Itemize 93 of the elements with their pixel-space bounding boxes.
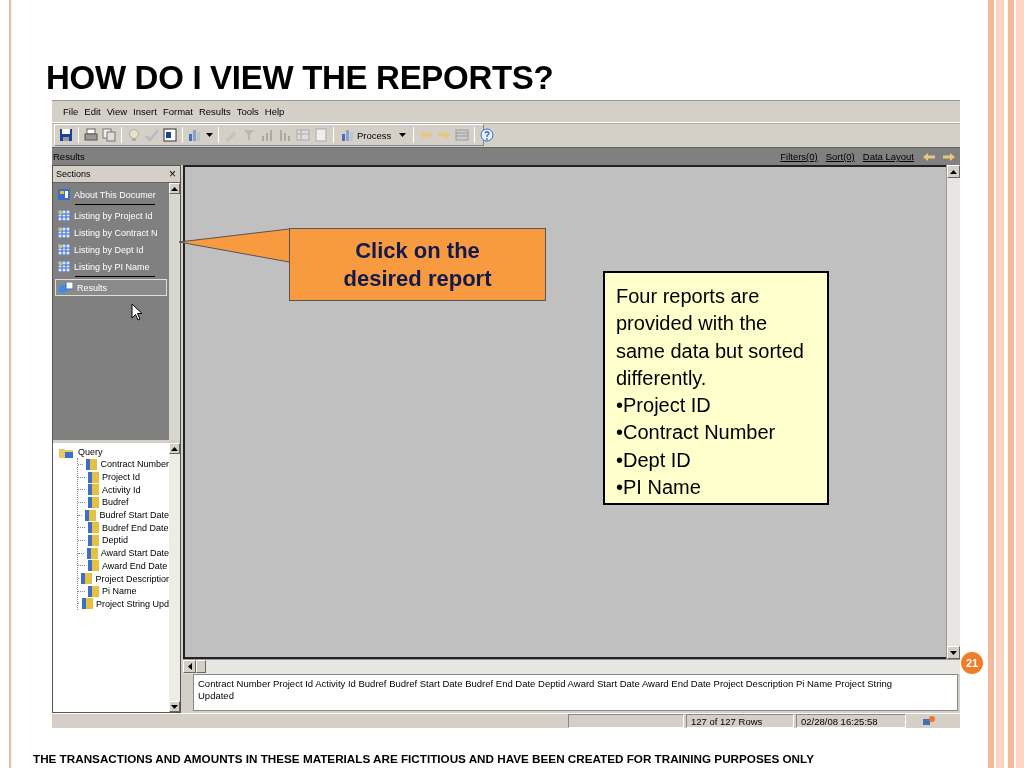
tree-item[interactable]: Pi Name [78,584,169,598]
toolbar-link[interactable]: Data Layout [862,151,914,162]
vertical-scrollbar[interactable] [169,183,180,440]
field-icon [88,484,99,496]
tree-item[interactable]: Deptid [78,534,169,547]
panel-title: Sections [56,169,91,179]
field-icon [81,598,93,610]
menu-item[interactable]: File [60,104,82,119]
field-icon [86,547,98,559]
tree-item[interactable]: Budref End Date [78,521,169,535]
caret-icon [399,132,407,138]
report-icon [58,244,70,255]
vertical-scrollbar[interactable] [946,165,960,659]
up-arrow-icon[interactable] [171,446,178,451]
help-icon[interactable] [480,128,495,142]
results-icon [59,282,73,293]
horizontal-scrollbar[interactable] [183,659,960,674]
field-icon [88,471,99,483]
toolbar-link[interactable]: Filters(0) [780,151,818,162]
menu-item[interactable]: Edit [81,104,104,119]
field-icon [86,458,98,470]
window-icon[interactable] [163,128,177,142]
menu-item[interactable]: Results [195,104,234,119]
note-text: Four reports are provided with the same data but sorted differently. [616,284,805,391]
field-icon [88,585,99,597]
funnel-icon[interactable] [242,128,256,142]
menu-item[interactable]: View [103,104,131,119]
vertical-scrollbar[interactable] [169,443,180,712]
slide-title: HOW DO I VIEW THE REPORTS? [46,58,555,98]
callout-text: Click on the desired report [342,236,493,293]
page-number: 21 [961,652,983,674]
field-icon [88,496,99,508]
menu-item[interactable]: Help [261,104,288,119]
results-title: Results [53,151,86,162]
mouse-cursor-icon [131,303,143,321]
checkmark-icon[interactable] [145,128,159,142]
close-button[interactable]: × [169,168,176,180]
tree-item[interactable]: Budref [78,496,169,509]
menu-item[interactable]: Format [159,104,196,119]
scroll-thumb[interactable] [196,660,206,673]
tree-item[interactable]: Activity Id [78,483,169,497]
tree-item[interactable]: Contract Number [78,458,169,471]
tree-item[interactable]: Award Start Date [78,546,169,560]
field-icon [81,573,93,585]
grid-icon[interactable] [455,128,470,142]
folder-icon [59,446,75,458]
down-arrow-icon[interactable] [171,704,178,709]
section-item[interactable]: About This Documer [53,186,169,203]
lightbulb-icon[interactable] [127,128,141,142]
timestamp: 02/28/08 16:25:58 [796,714,906,728]
document-icon[interactable] [314,128,328,142]
bullet-item: •PI Name [616,475,702,501]
tree-item[interactable]: Query [59,446,169,458]
document-icon [58,189,70,200]
sort-descending-icon[interactable] [278,128,292,142]
chart-icon [341,128,355,142]
bullet-item: •Dept ID [616,447,692,473]
sort-ascending-icon[interactable] [260,128,274,142]
row-count: 127 of 127 Rows [686,714,794,728]
tree-item[interactable]: Budref Start Date [78,508,169,522]
field-icon [88,534,99,546]
field-icon [88,560,99,572]
footer-note: THE TRANSACTIONS AND AMOUNTS IN THESE MATERIALS ARE FICTITIOUS AND HAVE BEEN CREATED FOR TRAINING PURPOSES ONLY [33,752,815,765]
section-item[interactable]: Listing by PI Name [53,258,169,275]
tree-item[interactable]: Award End Date [78,559,169,573]
tree-item[interactable]: Project Id [78,470,169,484]
report-icon [58,210,70,221]
bullet-item: •Contract Number [616,420,777,446]
left-arrow-icon[interactable] [187,663,192,670]
field-icon [85,509,97,521]
section-item[interactable]: Listing by Dept Id [53,241,169,258]
caret-icon[interactable] [206,132,213,138]
process-button[interactable]: Process [339,128,409,142]
section-item[interactable]: Listing by Project Id [53,207,169,224]
section-item[interactable]: Listing by Contract N [53,224,169,241]
field-icon [88,522,99,534]
up-arrow-icon[interactable] [171,186,178,191]
tree-item[interactable]: Project Descriptior [78,572,169,585]
network-icon [922,715,936,727]
pages-icon[interactable] [102,128,116,142]
report-icon [58,227,70,238]
menu-item[interactable]: Insert [130,104,160,119]
up-arrow-icon[interactable] [950,169,957,174]
down-arrow-icon[interactable] [950,650,957,655]
tree-item[interactable]: Project String Upd [78,597,169,611]
save-icon[interactable] [59,128,73,142]
toolbar-link[interactable]: Sort(0) [825,151,855,162]
table-icon[interactable] [296,128,310,142]
field-list: Contract Number Project Id Activity Id Budref Budref Start Date Budref End Date Deptid Award Start Date Award End Date Project Description Pi Name Project String Updated [193,674,958,711]
bullet-item: •Project ID [616,393,712,419]
report-icon [58,261,70,272]
printer-icon[interactable] [84,128,98,142]
menu-item[interactable]: Tools [233,104,262,119]
